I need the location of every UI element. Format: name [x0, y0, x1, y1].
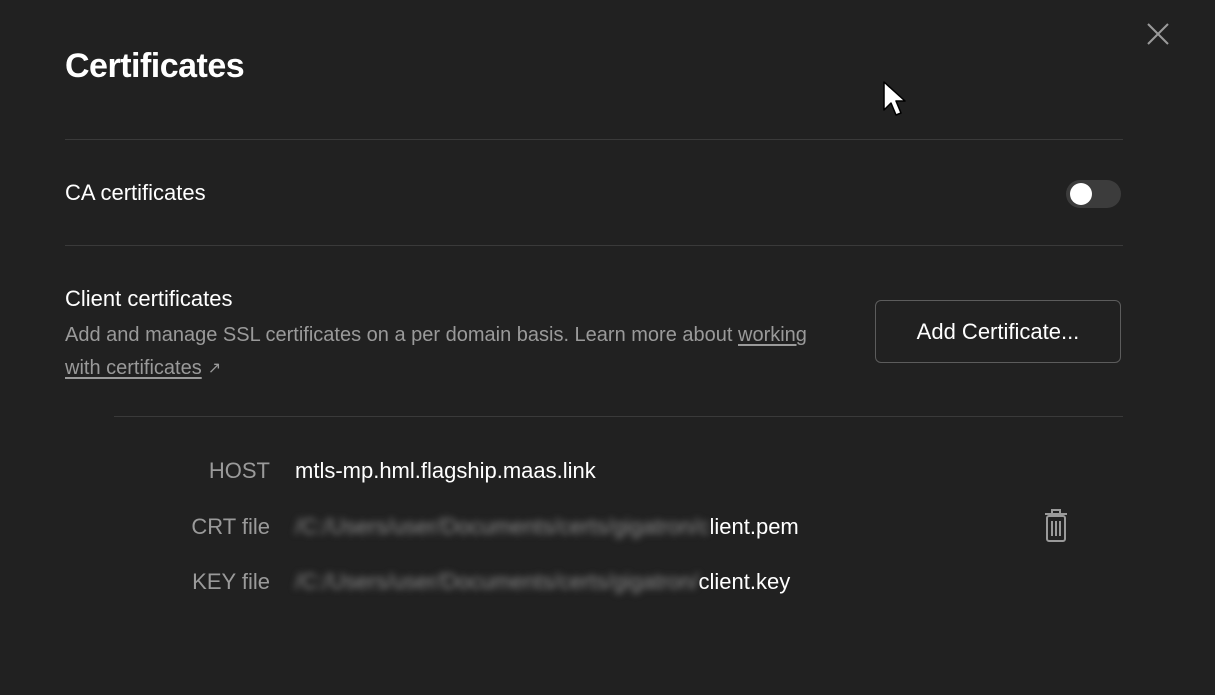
- cert-key-row: KEY file /C:/Users/user/Documents/certs/…: [150, 567, 950, 597]
- cert-host-row: HOST mtls-mp.hml.flagship.maas.link: [150, 456, 950, 486]
- crt-file-label: CRT file: [191, 514, 270, 539]
- certificates-dialog: Certificates CA certificates Client cert…: [0, 0, 1215, 695]
- cert-crt-row: CRT file /C:/Users/user/Documents/certs/…: [150, 512, 950, 542]
- close-icon: [1147, 23, 1169, 45]
- trash-icon: [1045, 509, 1067, 542]
- divider: [114, 416, 1123, 417]
- ca-certificates-label: CA certificates: [65, 180, 206, 205]
- crt-file-value: /C:/Users/user/Documents/certs/gigatron/…: [295, 514, 799, 540]
- key-file-value: /C:/Users/user/Documents/certs/gigatron/…: [295, 569, 790, 595]
- add-certificate-button[interactable]: Add Certificate...: [875, 300, 1121, 363]
- crt-path-blurred: /C:/Users/user/Documents/certs/gigatron/…: [295, 514, 710, 539]
- ca-certificates-toggle[interactable]: [1066, 180, 1121, 208]
- host-value: mtls-mp.hml.flagship.maas.link: [295, 458, 596, 483]
- toggle-knob: [1070, 183, 1092, 205]
- description-text: Add and manage SSL certificates on a per…: [65, 324, 738, 346]
- client-certificates-description: Add and manage SSL certificates on a per…: [65, 319, 825, 385]
- host-label: HOST: [208, 458, 270, 483]
- external-link-arrow-icon: ↗: [207, 360, 222, 377]
- key-path-blurred: /C:/Users/user/Documents/certs/gigatron/: [295, 569, 699, 594]
- divider: [65, 245, 1123, 246]
- key-file-label: KEY file: [192, 569, 270, 594]
- delete-certificate-button[interactable]: [1042, 508, 1070, 544]
- key-path-filename: client.key: [698, 569, 791, 594]
- crt-path-filename: lient.pem: [709, 514, 799, 539]
- close-button[interactable]: [1144, 20, 1172, 48]
- dialog-title: Certificates: [65, 47, 245, 85]
- client-certificates-title: Client certificates: [65, 286, 233, 311]
- mouse-cursor-icon: [883, 81, 906, 116]
- divider: [65, 139, 1123, 140]
